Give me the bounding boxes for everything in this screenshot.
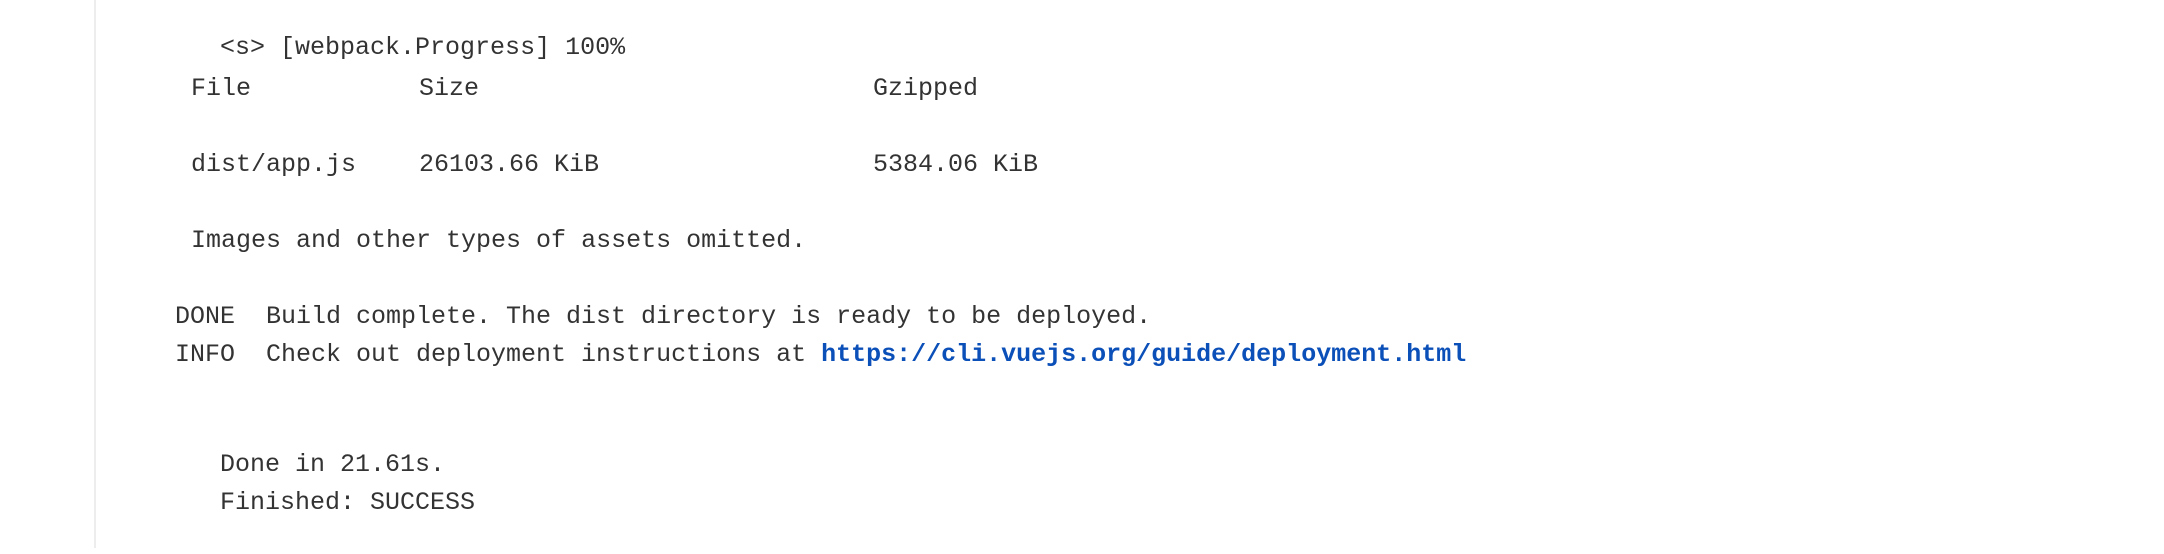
console-output: <s> [webpack.Progress] 100% File Size Gz… bbox=[160, 0, 2120, 522]
finished-status: Finished: SUCCESS bbox=[220, 488, 476, 517]
table-row: dist/app.js 26103.66 KiB 5384.06 KiB bbox=[160, 148, 1038, 182]
finished-line: Finished: SUCCESS bbox=[160, 452, 475, 517]
row-file: dist/app.js bbox=[191, 150, 357, 179]
left-gutter bbox=[0, 0, 96, 548]
progress-text: <s> [webpack.Progress] 100% bbox=[220, 33, 626, 62]
info-tag: INFO bbox=[175, 340, 236, 369]
info-message: Check out deployment instructions at bbox=[266, 340, 807, 369]
assets-note: Images and other types of assets omitted… bbox=[191, 226, 807, 255]
info-message-wrap: Check out deployment instructions at htt… bbox=[266, 338, 1466, 372]
header-file: File bbox=[191, 74, 252, 103]
done-time-line: Done in 21.61s. bbox=[160, 414, 445, 479]
row-size: 26103.66 KiB bbox=[419, 150, 600, 179]
done-line: DONE Build complete. The dist directory … bbox=[160, 300, 1151, 334]
table-header-row: File Size Gzipped bbox=[160, 72, 978, 106]
info-line: INFO Check out deployment instructions a… bbox=[160, 338, 1466, 372]
deployment-docs-link[interactable]: https://cli.vuejs.org/guide/deployment.h… bbox=[821, 340, 1466, 369]
header-size: Size bbox=[419, 74, 480, 103]
done-tag: DONE bbox=[175, 302, 236, 331]
assets-note-line: Images and other types of assets omitted… bbox=[160, 224, 806, 258]
row-gzipped: 5384.06 KiB bbox=[873, 150, 1039, 179]
done-message: Build complete. The dist directory is re… bbox=[266, 302, 1152, 331]
progress-line: <s> [webpack.Progress] 100% bbox=[160, 0, 625, 62]
header-gzipped: Gzipped bbox=[873, 74, 979, 103]
